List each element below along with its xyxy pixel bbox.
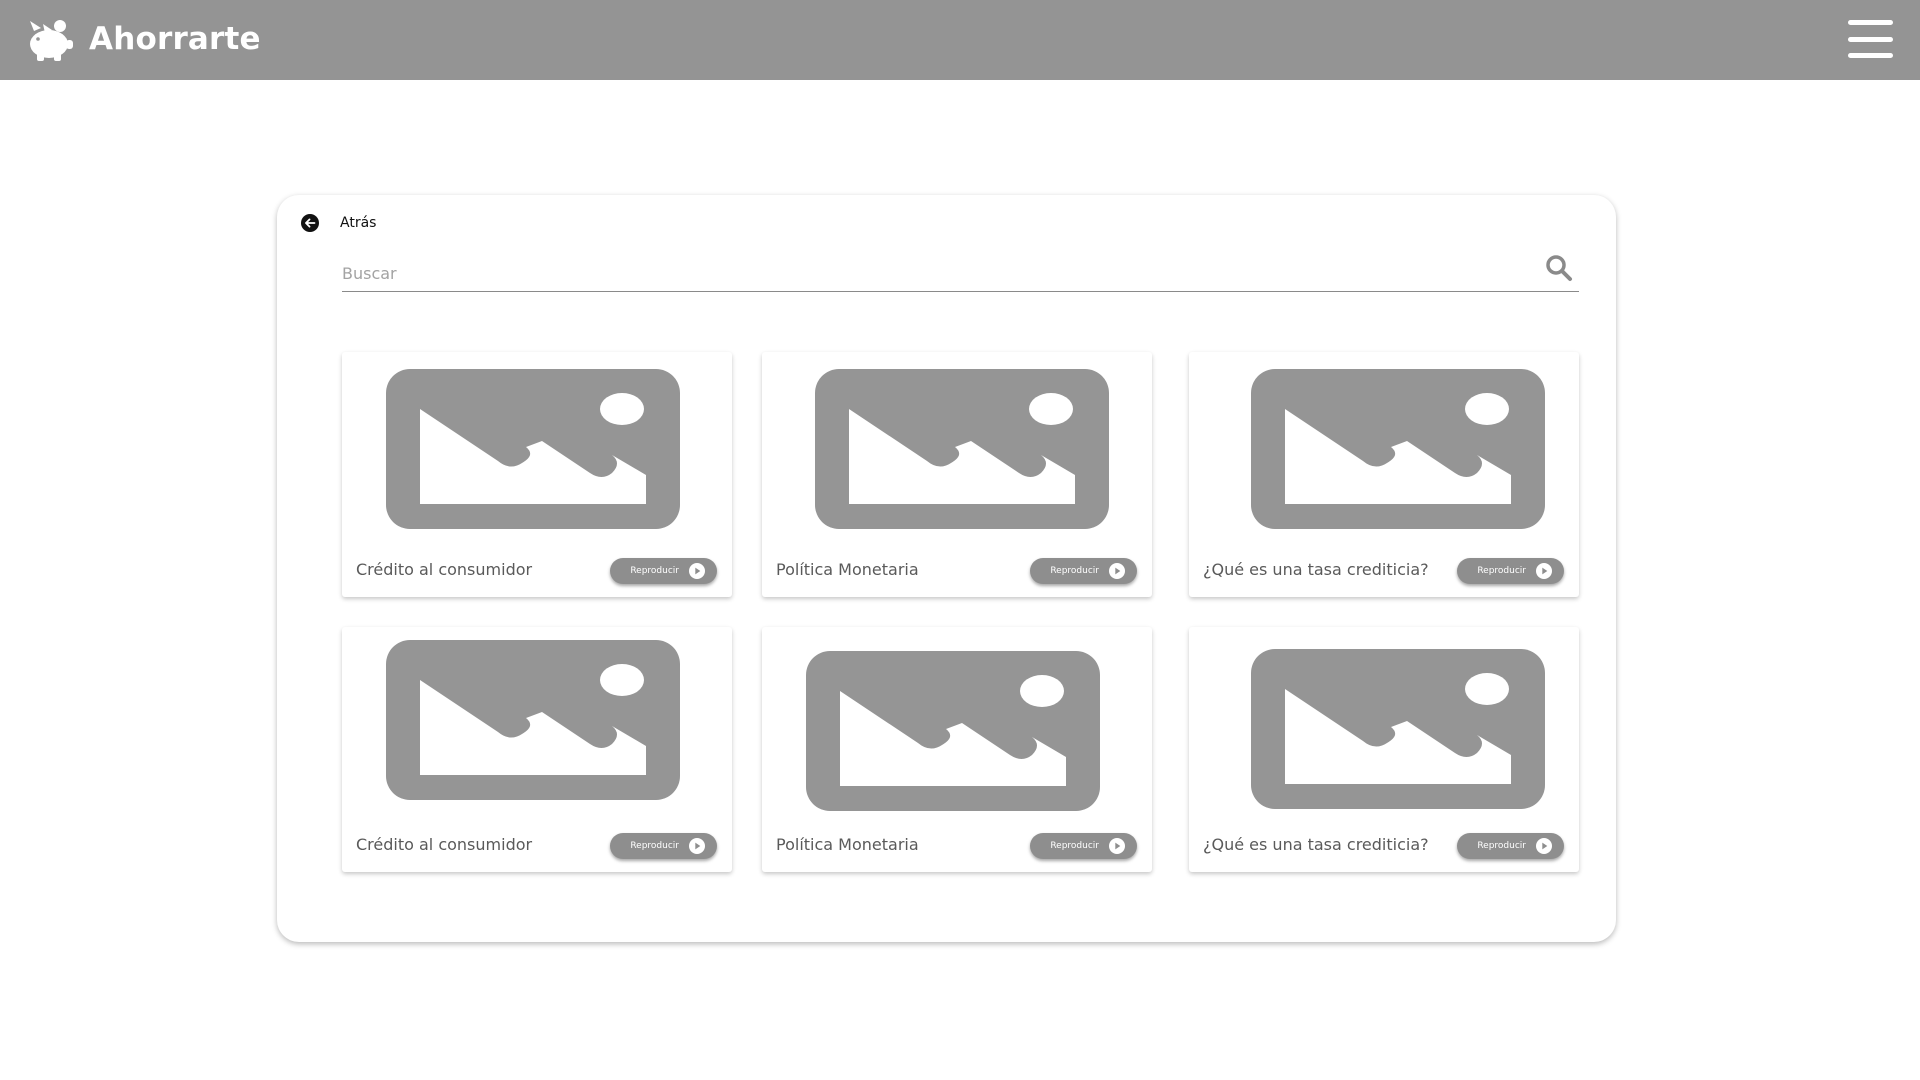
play-button[interactable]: Reproducir: [610, 558, 717, 584]
search-icon[interactable]: [1545, 254, 1573, 282]
brand[interactable]: Ahorrarte: [27, 14, 261, 64]
search-input[interactable]: [342, 258, 1522, 288]
video-card[interactable]: ¿Qué es una tasa crediticia? Reproducir: [1189, 627, 1579, 872]
play-circle-icon: [1109, 838, 1125, 854]
back-button[interactable]: Atrás: [301, 214, 376, 232]
play-circle-icon: [1109, 563, 1125, 579]
arrow-left-circle-icon: [301, 214, 319, 232]
play-button[interactable]: Reproducir: [1457, 833, 1564, 859]
play-button[interactable]: Reproducir: [610, 833, 717, 859]
image-placeholder-icon: [386, 640, 680, 800]
piggy-bank-icon: [30, 20, 73, 61]
video-card[interactable]: ¿Qué es una tasa crediticia? Reproducir: [1189, 352, 1579, 597]
video-card[interactable]: Política Monetaria Reproducir: [762, 352, 1152, 597]
image-placeholder-icon: [806, 651, 1100, 811]
video-title: Crédito al consumidor: [356, 560, 533, 579]
play-button-label: Reproducir: [1050, 841, 1099, 851]
play-button-label: Reproducir: [1050, 566, 1099, 576]
play-button[interactable]: Reproducir: [1030, 558, 1137, 584]
video-title: ¿Qué es una tasa crediticia?: [1203, 835, 1429, 854]
play-button-label: Reproducir: [1477, 566, 1526, 576]
image-placeholder-icon: [1251, 369, 1545, 529]
play-button-label: Reproducir: [630, 841, 679, 851]
play-circle-icon: [1536, 563, 1552, 579]
image-placeholder-icon: [386, 369, 680, 529]
image-placeholder-icon: [815, 369, 1109, 529]
hamburger-menu-icon[interactable]: [1848, 20, 1893, 58]
video-library-panel: Atrás Crédito al consumidor Reproducir P…: [277, 195, 1616, 942]
play-button[interactable]: Reproducir: [1030, 833, 1137, 859]
video-card[interactable]: Crédito al consumidor Reproducir: [342, 352, 732, 597]
play-button-label: Reproducir: [1477, 841, 1526, 851]
back-label: Atrás: [340, 215, 377, 231]
top-app-bar: Ahorrarte: [0, 0, 1920, 80]
image-placeholder-icon: [1251, 649, 1545, 809]
play-button-label: Reproducir: [630, 566, 679, 576]
play-button[interactable]: Reproducir: [1457, 558, 1564, 584]
brand-title: Ahorrarte: [89, 21, 261, 57]
play-circle-icon: [689, 838, 705, 854]
play-circle-icon: [689, 563, 705, 579]
video-card[interactable]: Crédito al consumidor Reproducir: [342, 627, 732, 872]
video-card[interactable]: Política Monetaria Reproducir: [762, 627, 1152, 872]
video-title: ¿Qué es una tasa crediticia?: [1203, 560, 1429, 579]
video-title: Política Monetaria: [776, 835, 919, 854]
video-title: Política Monetaria: [776, 560, 919, 579]
video-title: Crédito al consumidor: [356, 835, 533, 854]
search-bar: [342, 254, 1579, 292]
play-circle-icon: [1536, 838, 1552, 854]
